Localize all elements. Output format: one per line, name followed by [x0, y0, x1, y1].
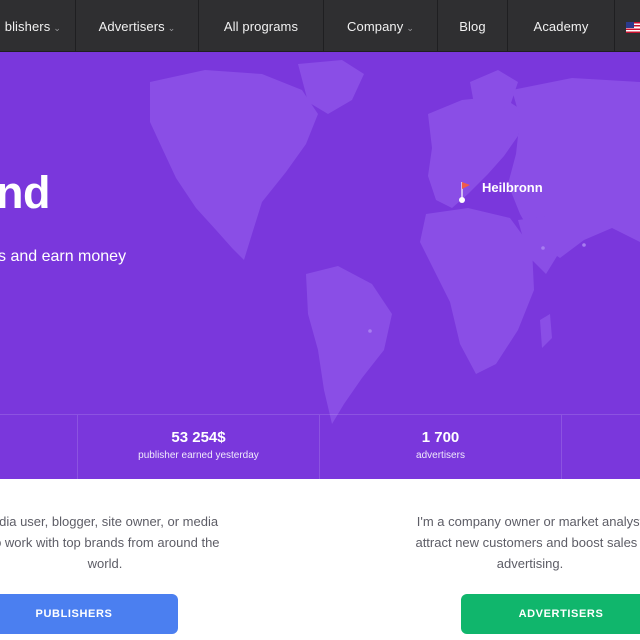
advertisers-button[interactable]: ADVERTISERS [461, 594, 640, 634]
nav-all-programs[interactable]: All programs [199, 0, 324, 52]
hero-section: nd s and earn money Heilbronn 53 254$ pu… [0, 52, 640, 479]
chevron-down-icon: ⌄ [406, 22, 414, 33]
top-navigation: blishers ⌄ Advertisers ⌄ All programs Co… [0, 0, 640, 52]
us-flag-icon[interactable] [626, 22, 640, 33]
chevron-down-icon: ⌄ [53, 22, 61, 33]
nav-publishers-label: blishers [4, 18, 51, 34]
hero-subtitle: s and earn money [0, 248, 127, 265]
nav-advertisers-label: Advertisers [98, 18, 165, 34]
advertisers-description-line: I'm a company owner or market analyst [416, 514, 640, 529]
nav-blog-label: Blog [459, 18, 486, 34]
nav-company-label: Company [347, 18, 404, 34]
nav-publishers[interactable]: blishers ⌄ [0, 0, 76, 52]
publishers-description-line: edia user, blogger, site owner, or media [0, 514, 219, 529]
chevron-down-icon: ⌄ [167, 22, 176, 33]
map-pin-label: Heilbronn [482, 180, 543, 195]
stats-divider [561, 415, 562, 479]
nav-all-programs-label: All programs [223, 18, 299, 34]
publishers-description-line: to work with top brands from around the [0, 535, 220, 550]
stat-publisher-earnings: 53 254$ publisher earned yesterday [78, 429, 319, 461]
nav-blog[interactable]: Blog [438, 0, 508, 52]
stat-advertisers: 1 700 advertisers [320, 429, 561, 461]
stat-value: 1 700 [421, 429, 460, 446]
stat-label: publisher earned yesterday [138, 450, 259, 461]
nav-academy-label: Academy [533, 18, 589, 34]
stat-value: 53 254$ [171, 429, 226, 446]
publishers-description-line: world. [87, 556, 123, 571]
advertisers-description-line: advertising. [496, 556, 564, 571]
nav-company[interactable]: Company ⌄ [324, 0, 438, 52]
stats-bar: 53 254$ publisher earned yesterday 1 700… [0, 414, 640, 479]
stat-label: advertisers [416, 450, 465, 461]
advertisers-description-line: attract new customers and boost sales t [415, 535, 640, 550]
nav-advertisers[interactable]: Advertisers ⌄ [76, 0, 199, 52]
advertisers-description: I'm a company owner or market analyst at… [380, 511, 640, 574]
publishers-description: edia user, blogger, site owner, or media… [0, 511, 290, 574]
hero-title: nd [0, 167, 50, 218]
publishers-button[interactable]: PUBLISHERS [0, 594, 178, 634]
nav-academy[interactable]: Academy [508, 0, 615, 52]
